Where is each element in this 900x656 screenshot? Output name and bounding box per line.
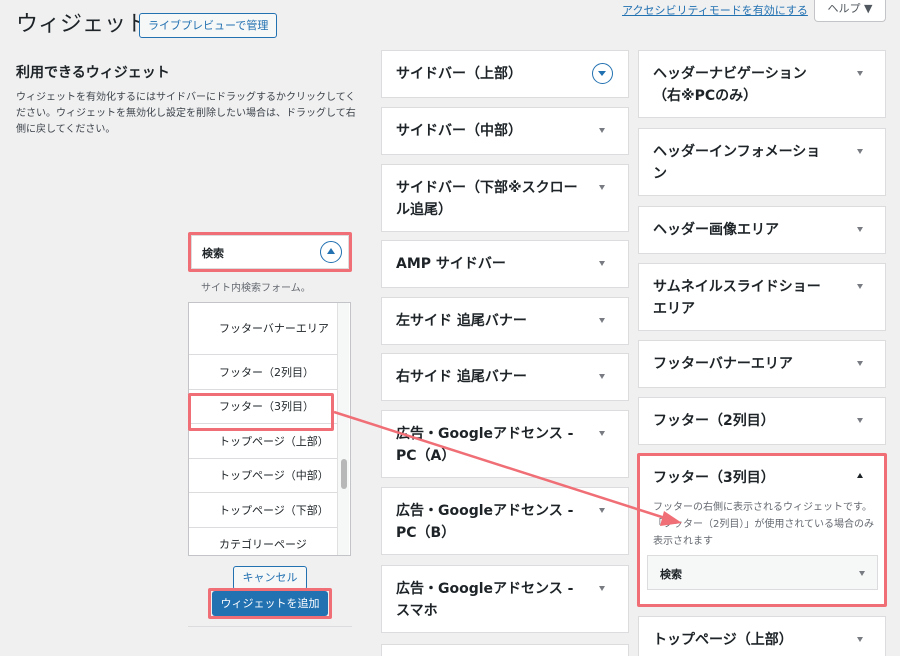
chooser-item-top-upper[interactable]: トップページ（上部） bbox=[189, 424, 337, 459]
sidebar-description: フッターの右側に表示されるウィジェットです。「フッター（2列目）」が使用されてい… bbox=[653, 502, 875, 547]
sidebar-bottom-scroll[interactable]: サイドバー（下部※スクロール追尾） bbox=[381, 164, 629, 232]
chevron-down-icon[interactable] bbox=[599, 508, 605, 513]
chevron-down-icon[interactable] bbox=[599, 128, 605, 133]
sidebar-title: ヘッダーナビゲーション（右※PCのみ） bbox=[653, 66, 807, 104]
add-widget-button[interactable]: ウィジェットを追加 bbox=[212, 591, 328, 616]
sidebar-title: ヘッダーインフォメーション bbox=[653, 144, 821, 182]
sidebar-top[interactable]: サイドバー（上部） bbox=[381, 50, 629, 98]
search-widget-label: 検索 bbox=[202, 247, 224, 260]
search-widget[interactable]: 検索 bbox=[191, 235, 349, 269]
chooser-item-footer-3[interactable]: フッター（3列目） bbox=[189, 390, 337, 424]
chevron-down-icon[interactable] bbox=[857, 418, 863, 423]
sidebar-left-follow[interactable]: 左サイド 追尾バナー bbox=[381, 297, 629, 345]
chevron-up-icon[interactable] bbox=[857, 473, 863, 478]
chooser-item-category[interactable]: カテゴリーページ bbox=[189, 528, 337, 556]
chooser-item-footer-2[interactable]: フッター（2列目） bbox=[189, 355, 337, 390]
sidebar-ad-pc-b[interactable]: 広告・Googleアドセンス - PC（B） bbox=[381, 487, 629, 555]
expand-circle-icon[interactable] bbox=[592, 63, 613, 84]
available-widgets-description: ウィジェットを有効化するにはサイドバーにドラッグするかクリックしてください。ウィ… bbox=[16, 92, 356, 135]
sidebar-title: 広告・Googleアドセンス - スマホ bbox=[396, 581, 574, 619]
sidebar-ad-mobile[interactable]: 広告・Googleアドセンス - スマホ bbox=[381, 565, 629, 633]
sidebar-right-follow[interactable]: 右サイド 追尾バナー bbox=[381, 353, 629, 401]
chooser-item-top-lower[interactable]: トップページ（下部） bbox=[189, 493, 337, 528]
sidebar-title: フッター（3列目） bbox=[653, 470, 775, 486]
sidebar-title: サムネイルスライドショーエリア bbox=[653, 279, 821, 317]
sidebar-footer-2[interactable]: フッター（2列目） bbox=[638, 397, 886, 445]
page-title: ウィジェット bbox=[16, 12, 149, 37]
sidebar-thumbnail-slideshow[interactable]: サムネイルスライドショーエリア bbox=[638, 263, 886, 331]
chevron-down-icon[interactable] bbox=[599, 431, 605, 436]
sidebar-title: 左サイド 追尾バナー bbox=[396, 313, 527, 329]
chevron-down-icon[interactable] bbox=[857, 361, 863, 366]
chevron-down-icon[interactable] bbox=[599, 318, 605, 323]
chooser-item-top-middle[interactable]: トップページ（中部） bbox=[189, 459, 337, 493]
sidebar-title: フッター（2列目） bbox=[653, 413, 775, 429]
chevron-down-icon[interactable] bbox=[599, 261, 605, 266]
live-preview-button[interactable]: ライブプレビューで管理 bbox=[139, 13, 278, 38]
sidebar-footer-banner[interactable]: フッターバナーエリア bbox=[638, 340, 886, 388]
chooser-item-footer-banner[interactable]: フッターバナーエリア bbox=[189, 303, 337, 355]
sidebar-title: 広告・Googleアドセンス - PC（A） bbox=[396, 426, 574, 464]
sidebar-footer-3-expanded[interactable]: フッター（3列目） フッターの右側に表示されるウィジェットです。「フッター（2列… bbox=[638, 454, 886, 606]
chevron-down-icon[interactable] bbox=[857, 637, 863, 642]
sidebar-title: フッターバナーエリア bbox=[653, 356, 793, 372]
sidebar-title: サイドバー（中部） bbox=[396, 123, 522, 139]
help-button[interactable]: ヘルプ ▼ bbox=[814, 0, 886, 22]
chevron-down-icon[interactable] bbox=[857, 284, 863, 289]
sidebar-middle[interactable]: サイドバー（中部） bbox=[381, 107, 629, 155]
sidebar-header-image[interactable]: ヘッダー画像エリア bbox=[638, 206, 886, 254]
scroll-thumb[interactable] bbox=[341, 459, 347, 489]
sidebar-amp[interactable]: AMP サイドバー bbox=[381, 240, 629, 288]
chevron-down-icon[interactable] bbox=[857, 71, 863, 76]
chevron-down-icon[interactable] bbox=[599, 185, 605, 190]
sidebar-next[interactable] bbox=[381, 644, 629, 656]
available-widgets-title: 利用できるウィジェット bbox=[16, 65, 170, 81]
sidebar-title: ヘッダー画像エリア bbox=[653, 222, 779, 238]
chevron-down-icon[interactable] bbox=[859, 571, 865, 576]
chevron-down-icon[interactable] bbox=[599, 374, 605, 379]
sidebar-title: サイドバー（上部） bbox=[396, 66, 522, 82]
chooser-scrollbar[interactable] bbox=[337, 303, 349, 555]
chevron-down-icon[interactable] bbox=[857, 149, 863, 154]
sidebar-header-info[interactable]: ヘッダーインフォメーション bbox=[638, 128, 886, 196]
widget-title: 検索 bbox=[660, 568, 682, 581]
placed-search-widget[interactable]: 検索 bbox=[647, 555, 878, 590]
accessibility-mode-link[interactable]: アクセシビリティモードを有効にする bbox=[622, 2, 808, 18]
divider bbox=[188, 626, 352, 627]
chevron-down-icon[interactable] bbox=[857, 227, 863, 232]
sidebar-header-nav[interactable]: ヘッダーナビゲーション（右※PCのみ） bbox=[638, 50, 886, 118]
search-widget-description: サイト内検索フォーム。 bbox=[201, 283, 311, 294]
collapse-icon[interactable] bbox=[320, 241, 342, 263]
sidebar-chooser[interactable]: フッターバナーエリア フッター（2列目） フッター（3列目） トップページ（上部… bbox=[188, 302, 351, 556]
sidebar-ad-pc-a[interactable]: 広告・Googleアドセンス - PC（A） bbox=[381, 410, 629, 478]
sidebar-title: サイドバー（下部※スクロール追尾） bbox=[396, 180, 578, 218]
sidebar-title: 広告・Googleアドセンス - PC（B） bbox=[396, 503, 574, 541]
cancel-button[interactable]: キャンセル bbox=[233, 566, 307, 590]
sidebar-title: 右サイド 追尾バナー bbox=[396, 369, 527, 385]
sidebar-title: トップページ（上部） bbox=[653, 632, 793, 648]
sidebar-top-page-upper[interactable]: トップページ（上部） bbox=[638, 616, 886, 656]
sidebar-title: AMP サイドバー bbox=[396, 256, 506, 272]
chevron-down-icon[interactable] bbox=[599, 586, 605, 591]
